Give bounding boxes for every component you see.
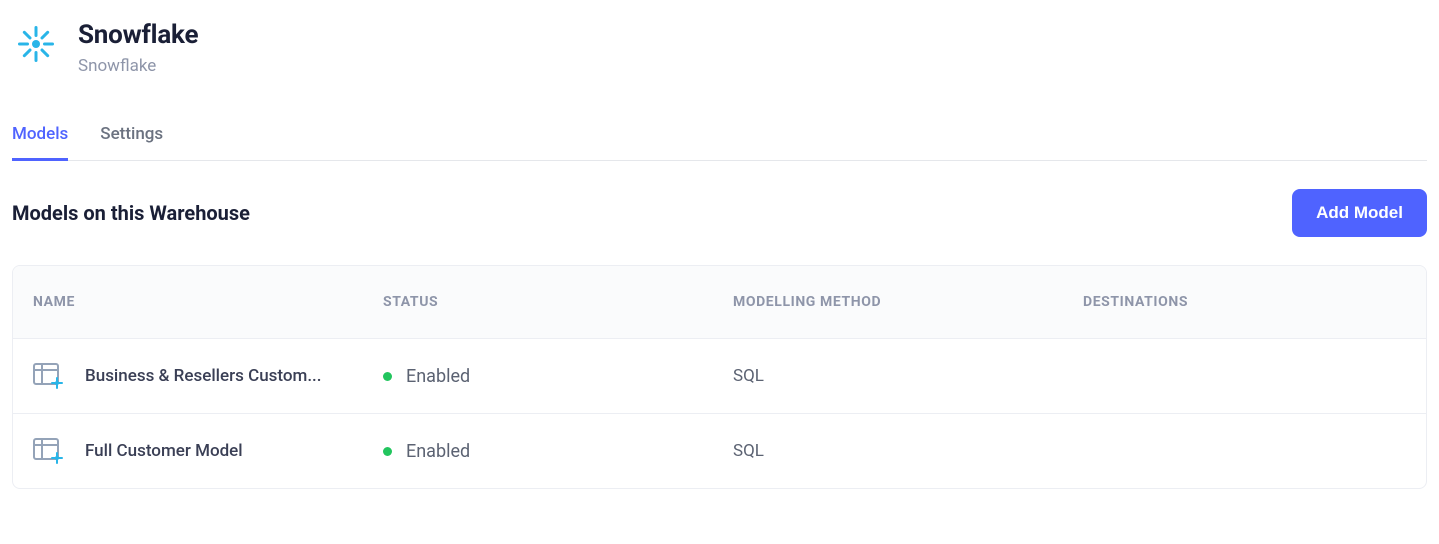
tab-bar: Models Settings (12, 124, 1427, 161)
status-dot-icon (383, 372, 392, 381)
model-table-icon (33, 438, 63, 464)
model-name: Full Customer Model (85, 441, 243, 461)
column-header-name: NAME (33, 294, 383, 310)
method-label: SQL (733, 441, 1083, 461)
section-title: Models on this Warehouse (12, 201, 250, 225)
page-subtitle: Snowflake (78, 56, 198, 76)
table-row[interactable]: Full Customer Model Enabled SQL (13, 414, 1426, 488)
column-header-method: MODELLING METHOD (733, 294, 1083, 310)
snowflake-logo-icon (12, 20, 60, 68)
method-label: SQL (733, 366, 1083, 386)
add-model-button[interactable]: Add Model (1292, 189, 1427, 237)
tab-settings[interactable]: Settings (100, 124, 163, 161)
model-name: Business & Resellers Custom... (85, 366, 322, 386)
model-table-icon (33, 363, 63, 389)
section-header: Models on this Warehouse Add Model (12, 189, 1427, 237)
models-table: NAME STATUS MODELLING METHOD DESTINATION… (12, 265, 1427, 489)
tab-models[interactable]: Models (12, 124, 68, 161)
column-header-destinations: DESTINATIONS (1083, 294, 1406, 310)
table-row[interactable]: Business & Resellers Custom... Enabled S… (13, 339, 1426, 414)
status-label: Enabled (406, 366, 470, 387)
page-header: Snowflake Snowflake (12, 12, 1427, 96)
table-header-row: NAME STATUS MODELLING METHOD DESTINATION… (13, 266, 1426, 339)
page-title: Snowflake (78, 20, 198, 50)
status-dot-icon (383, 447, 392, 456)
status-label: Enabled (406, 441, 470, 462)
column-header-status: STATUS (383, 294, 733, 310)
